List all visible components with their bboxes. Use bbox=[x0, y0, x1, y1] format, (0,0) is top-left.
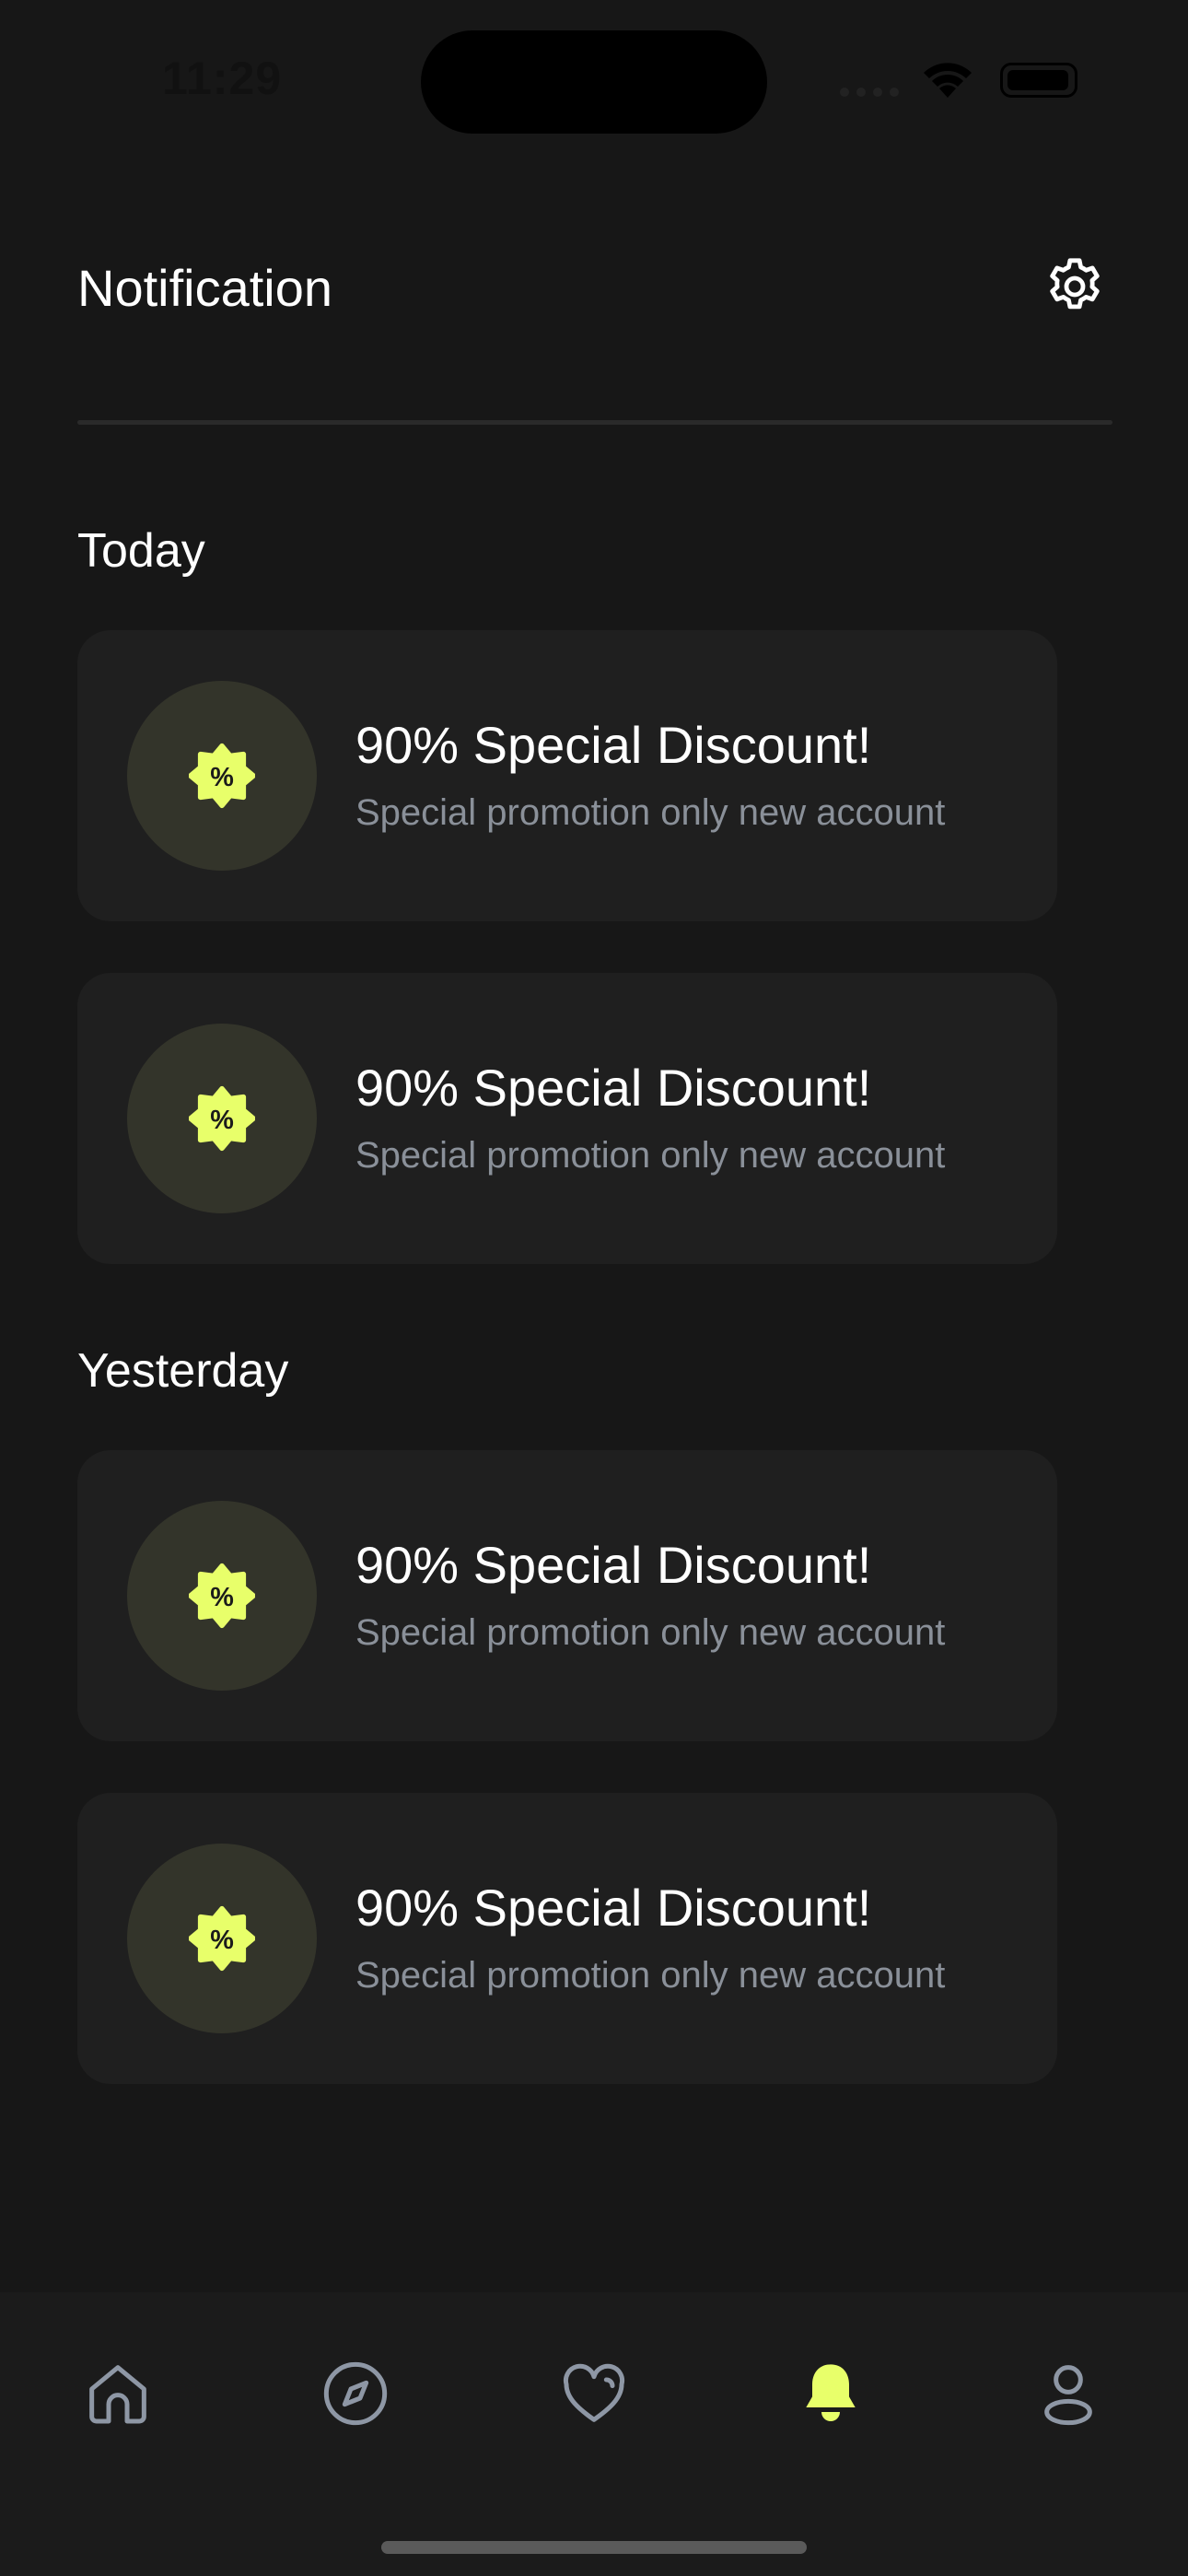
dynamic-island bbox=[421, 30, 767, 134]
user-icon bbox=[1044, 2365, 1092, 2426]
status-bar: 11:29 bbox=[0, 0, 1188, 157]
discount-badge-icon: % bbox=[189, 743, 255, 809]
notification-card[interactable]: % 90% Special Discount! Special promotio… bbox=[77, 1793, 1057, 2084]
notification-icon-circle: % bbox=[127, 1501, 317, 1691]
gear-icon bbox=[1050, 258, 1100, 310]
notification-icon-circle: % bbox=[127, 1844, 317, 2033]
cellular-signal-icon bbox=[840, 85, 906, 101]
notification-title: 90% Special Discount! bbox=[355, 716, 872, 774]
bottom-navigation-bar bbox=[0, 2292, 1188, 2576]
notification-subtitle: Special promotion only new account bbox=[355, 792, 946, 833]
svg-text:%: % bbox=[210, 763, 234, 792]
discount-badge-icon: % bbox=[189, 1563, 255, 1629]
svg-text:%: % bbox=[210, 1106, 234, 1135]
notification-card[interactable]: % 90% Special Discount! Special promotio… bbox=[77, 973, 1057, 1264]
nav-favorites-button[interactable] bbox=[548, 2348, 640, 2440]
home-icon bbox=[89, 2365, 146, 2424]
section-label-today: Today bbox=[77, 524, 205, 578]
wifi-icon bbox=[919, 57, 976, 104]
nav-profile-button[interactable] bbox=[1022, 2348, 1114, 2440]
heart-icon bbox=[563, 2363, 625, 2422]
notification-title: 90% Special Discount! bbox=[355, 1059, 872, 1117]
nav-home-button[interactable] bbox=[72, 2348, 164, 2440]
notification-title: 90% Special Discount! bbox=[355, 1879, 872, 1937]
settings-button[interactable] bbox=[1039, 251, 1111, 322]
nav-explore-button[interactable] bbox=[309, 2348, 402, 2440]
discount-badge-icon: % bbox=[189, 1085, 255, 1152]
discount-badge-icon: % bbox=[189, 1905, 255, 1972]
status-time: 11:29 bbox=[162, 53, 283, 104]
battery-icon bbox=[1000, 63, 1077, 98]
notification-subtitle: Special promotion only new account bbox=[355, 1612, 946, 1653]
home-indicator bbox=[381, 2541, 807, 2554]
notification-subtitle: Special promotion only new account bbox=[355, 1135, 946, 1176]
svg-text:%: % bbox=[210, 1583, 234, 1612]
notification-title: 90% Special Discount! bbox=[355, 1536, 872, 1594]
svg-text:%: % bbox=[210, 1926, 234, 1955]
notification-subtitle: Special promotion only new account bbox=[355, 1955, 946, 1996]
page-title: Notification bbox=[77, 259, 333, 317]
bell-icon bbox=[806, 2364, 856, 2421]
section-label-yesterday: Yesterday bbox=[77, 1344, 289, 1398]
nav-notifications-button[interactable] bbox=[785, 2348, 877, 2440]
notification-icon-circle: % bbox=[127, 1024, 317, 1213]
notification-card[interactable]: % 90% Special Discount! Special promotio… bbox=[77, 1450, 1057, 1741]
notification-card[interactable]: % 90% Special Discount! Special promotio… bbox=[77, 630, 1057, 921]
compass-icon bbox=[323, 2361, 388, 2426]
notification-icon-circle: % bbox=[127, 681, 317, 871]
header-divider bbox=[77, 420, 1112, 425]
